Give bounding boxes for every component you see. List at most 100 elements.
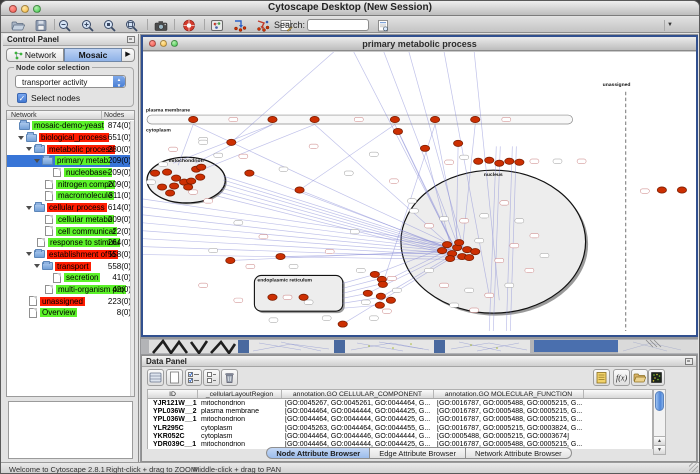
column-header[interactable]: annotation.GO CELLULAR_COMPONENT: [282, 390, 434, 398]
node-label-pill[interactable]: [470, 308, 479, 312]
network-node[interactable]: [485, 157, 494, 163]
column-divider[interactable]: [101, 111, 102, 119]
node-label-pill[interactable]: [530, 159, 539, 163]
tree-row[interactable]: establishment of lo558(0): [7, 249, 134, 261]
expander-arrow-icon[interactable]: [18, 136, 24, 140]
network-node[interactable]: [455, 240, 464, 246]
node-label-pill[interactable]: [344, 171, 353, 175]
node-label-pill[interactable]: [289, 264, 298, 268]
node-label-pill[interactable]: [505, 283, 514, 287]
tree-row[interactable]: response to stimulu264(0): [7, 237, 134, 249]
open-icon[interactable]: [10, 18, 26, 32]
network-node[interactable]: [430, 116, 439, 122]
network-node[interactable]: [189, 116, 198, 122]
node-label-pill[interactable]: [309, 144, 318, 148]
expander-arrow-icon[interactable]: [26, 252, 32, 256]
tree-row[interactable]: unassigned223(0): [7, 295, 134, 307]
node-label-pill[interactable]: [530, 234, 539, 238]
node-label-pill[interactable]: [450, 303, 459, 307]
node-label-pill[interactable]: [369, 152, 378, 156]
background-windows-strip[interactable]: [141, 339, 698, 354]
tree-row[interactable]: macromolecule311(0): [7, 190, 134, 202]
node-label-pill[interactable]: [407, 199, 416, 203]
node-label-pill[interactable]: [234, 221, 243, 225]
select-attributes-icon[interactable]: [185, 369, 202, 386]
attribute-table-header[interactable]: ID_cellularLayoutRegionannotation.GO CEL…: [148, 390, 652, 399]
network-node[interactable]: [515, 159, 524, 165]
import-attributes-icon[interactable]: [631, 369, 648, 386]
network-node[interactable]: [420, 145, 429, 151]
network-node[interactable]: [677, 187, 686, 193]
delete-attribute-icon[interactable]: [221, 369, 238, 386]
network-node[interactable]: [268, 294, 277, 300]
search-input[interactable]: ▼: [307, 19, 369, 31]
network-node[interactable]: [187, 178, 196, 184]
network-node[interactable]: [393, 128, 402, 134]
network-node[interactable]: [295, 187, 304, 193]
network-node[interactable]: [226, 257, 235, 263]
zoom-out-icon[interactable]: [57, 18, 73, 32]
network-node[interactable]: [376, 293, 385, 299]
network-node[interactable]: [445, 255, 454, 261]
node-label-pill[interactable]: [169, 147, 178, 151]
tree-row[interactable]: cellular process614(0): [7, 202, 134, 214]
network-node[interactable]: [162, 169, 171, 175]
tree-row[interactable]: transport558(0): [7, 260, 134, 272]
network-node[interactable]: [157, 184, 166, 190]
node-label-pill[interactable]: [199, 140, 208, 144]
zoom-in-icon[interactable]: [80, 18, 96, 32]
network-node[interactable]: [378, 281, 387, 287]
expander-arrow-icon[interactable]: [34, 264, 40, 268]
network-node[interactable]: [390, 116, 399, 122]
birds-eye-view[interactable]: [8, 401, 133, 459]
new-attribute-icon[interactable]: [166, 369, 183, 386]
chevron-down-icon[interactable]: ▼: [664, 20, 675, 31]
float-panel-icon[interactable]: [127, 36, 135, 43]
node-label-pill[interactable]: [239, 154, 248, 158]
network-node[interactable]: [471, 116, 480, 122]
network-node[interactable]: [386, 297, 395, 303]
network-node[interactable]: [657, 187, 666, 193]
scroll-up-icon[interactable]: ▲: [654, 436, 665, 445]
network-node[interactable]: [474, 158, 483, 164]
tree-row[interactable]: nucleobase-209(0): [7, 167, 134, 179]
tab-network[interactable]: Network: [6, 48, 64, 62]
expander-arrow-icon[interactable]: [34, 159, 40, 163]
tree-row[interactable]: cell communicat22(0): [7, 225, 134, 237]
node-label-pill[interactable]: [502, 117, 511, 121]
node-label-pill[interactable]: [515, 219, 524, 223]
node-label-pill[interactable]: [425, 268, 434, 272]
network-node[interactable]: [471, 249, 480, 255]
node-label-pill[interactable]: [465, 288, 474, 292]
table-row[interactable]: YPL036W__1mitochondrion[GO:0044464, GO:0…: [148, 416, 652, 424]
node-label-pill[interactable]: [304, 300, 313, 304]
snapshot-icon[interactable]: [153, 18, 169, 32]
node-label-pill[interactable]: [214, 153, 223, 157]
node-label-pill[interactable]: [199, 283, 208, 287]
tree-row[interactable]: metabolic process280(0): [7, 143, 134, 155]
node-label-pill[interactable]: [356, 268, 365, 272]
resize-grip[interactable]: [689, 463, 698, 472]
node-label-pill[interactable]: [387, 276, 396, 280]
node-label-pill[interactable]: [204, 199, 213, 203]
network-node[interactable]: [338, 321, 347, 327]
table-row[interactable]: YKR052Ccytoplasm[GO:0044464, GO:0044446,…: [148, 432, 652, 440]
node-label-pill[interactable]: [259, 235, 268, 239]
node-label-pill[interactable]: [279, 167, 288, 171]
node-label-pill[interactable]: [361, 300, 370, 304]
network-node[interactable]: [454, 140, 463, 146]
table-row[interactable]: YJR121W__1mitochondrion[GO:0045267, GO:0…: [148, 399, 652, 407]
node-label-pill[interactable]: [485, 293, 494, 297]
node-label-pill[interactable]: [510, 243, 519, 247]
node-label-pill[interactable]: [577, 159, 586, 163]
scrollbar-thumb[interactable]: [655, 391, 664, 411]
report-icon[interactable]: [375, 18, 391, 32]
network-node[interactable]: [276, 253, 285, 259]
network-node[interactable]: [442, 242, 451, 248]
expander-arrow-icon[interactable]: [26, 147, 32, 151]
node-label-pill[interactable]: [500, 201, 509, 205]
node-label-pill[interactable]: [147, 180, 156, 184]
node-label-pill[interactable]: [425, 224, 434, 228]
column-header[interactable]: annotation.GO MOLECULAR_FUNCTION: [434, 390, 584, 398]
node-label-pill[interactable]: [409, 209, 418, 213]
